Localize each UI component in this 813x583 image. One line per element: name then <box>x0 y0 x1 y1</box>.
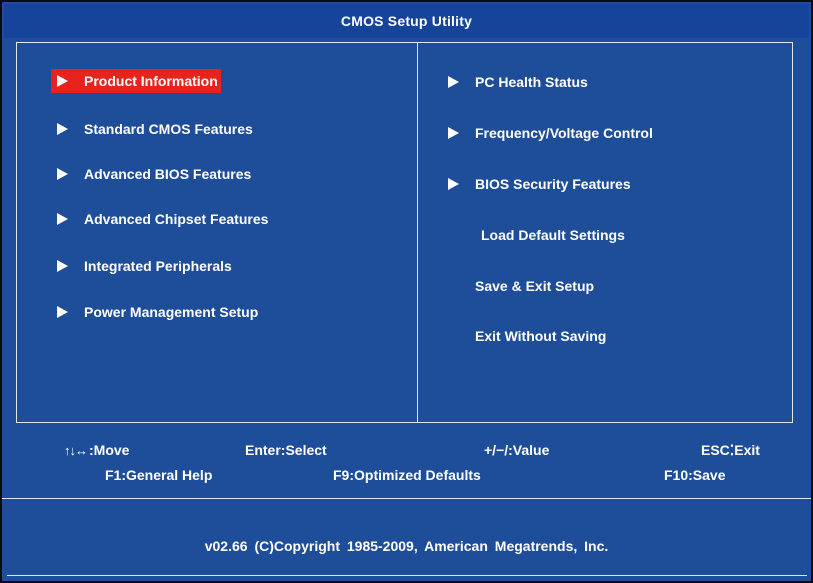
page-title: CMOS Setup Utility <box>340 13 473 29</box>
help-select: Enter:Select <box>245 442 327 458</box>
divider-top <box>16 42 793 43</box>
help-optimized-defaults: F9:Optimized Defaults <box>333 467 481 483</box>
divider-help-bottom <box>2 498 811 499</box>
help-exit: ESC⁚Exit <box>701 442 760 458</box>
arrow-keys-icon: ↑↓↔ <box>64 443 88 458</box>
menu-item-load-default-settings[interactable]: Load Default Settings <box>481 223 625 247</box>
menu-item-standard-cmos-features[interactable]: Standard CMOS Features <box>57 117 253 141</box>
menu-item-label: BIOS Security Features <box>475 176 631 192</box>
menu-item-exit-without-saving[interactable]: Exit Without Saving <box>475 324 606 348</box>
menu-item-label: Product Information <box>84 73 218 89</box>
menu-item-label: Power Management Setup <box>84 304 259 320</box>
divider-left <box>16 42 17 423</box>
triangle-right-icon <box>448 76 459 88</box>
menu-item-advanced-bios-features[interactable]: Advanced BIOS Features <box>57 162 251 186</box>
menu-item-label: Save & Exit Setup <box>475 278 595 294</box>
help-value: +/−/:Value <box>484 442 550 458</box>
help-move-label: :Move <box>89 442 130 458</box>
triangle-right-icon <box>448 178 459 190</box>
menu-item-label: Load Default Settings <box>481 227 625 243</box>
menu-item-label: PC Health Status <box>475 74 588 90</box>
help-save: F10:Save <box>664 467 726 483</box>
copyright-text: v02.66 (C)Copyright 1985-2009, American … <box>204 538 609 554</box>
triangle-right-icon <box>57 306 68 318</box>
triangle-right-icon <box>448 127 459 139</box>
menu-item-label: Exit Without Saving <box>475 328 607 344</box>
menu-item-label: Frequency/Voltage Control <box>475 125 653 141</box>
triangle-right-icon <box>57 168 68 180</box>
bios-screen: CMOS Setup Utility Product Information S… <box>0 0 813 583</box>
menu-item-label: Advanced BIOS Features <box>84 166 252 182</box>
menu-item-save-exit-setup[interactable]: Save & Exit Setup <box>475 274 594 298</box>
menu-item-power-management-setup[interactable]: Power Management Setup <box>57 300 258 324</box>
menu-item-frequency-voltage-control[interactable]: Frequency/Voltage Control <box>448 121 653 145</box>
triangle-right-icon <box>57 260 68 272</box>
help-general: F1:General Help <box>105 467 213 483</box>
menu-item-bios-security-features[interactable]: BIOS Security Features <box>448 172 631 196</box>
triangle-right-icon <box>57 123 68 135</box>
title-bar: CMOS Setup Utility <box>4 4 809 38</box>
divider-inner-bottom <box>7 575 807 576</box>
divider-center <box>417 42 418 423</box>
menu-item-label: Advanced Chipset Features <box>84 211 269 227</box>
divider-menu-bottom <box>16 422 793 423</box>
menu-item-advanced-chipset-features[interactable]: Advanced Chipset Features <box>57 207 268 231</box>
menu-item-integrated-peripherals[interactable]: Integrated Peripherals <box>57 254 232 278</box>
divider-right <box>792 42 793 423</box>
menu-item-pc-health-status[interactable]: PC Health Status <box>448 70 588 94</box>
triangle-right-icon <box>57 75 68 87</box>
menu-item-label: Standard CMOS Features <box>84 121 253 137</box>
help-move: ↑↓↔:Move <box>64 442 129 458</box>
triangle-right-icon <box>57 213 68 225</box>
menu-item-label: Integrated Peripherals <box>84 258 232 274</box>
menu-item-product-information[interactable]: Product Information <box>51 69 221 93</box>
